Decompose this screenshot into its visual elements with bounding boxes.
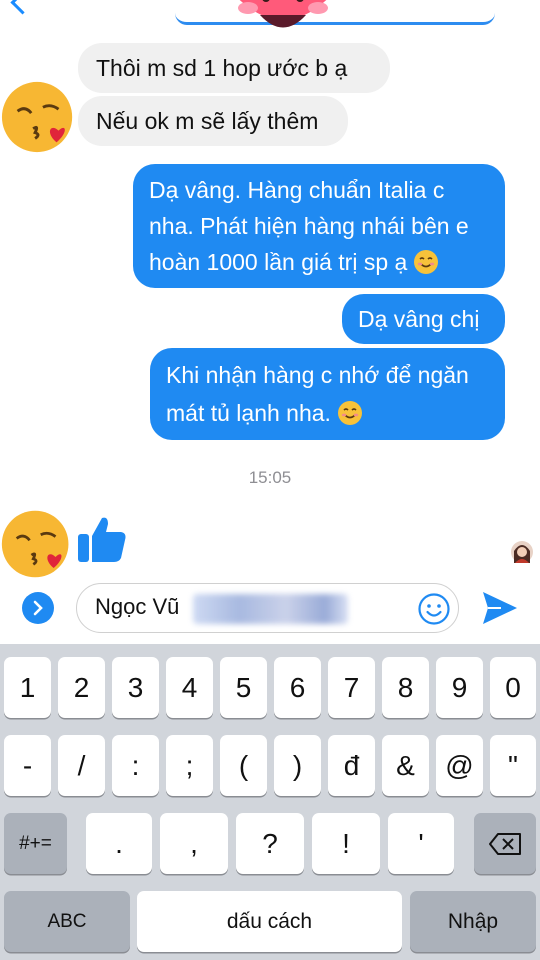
smiling-face-emoji: [414, 250, 439, 274]
outgoing-message[interactable]: Dạ vâng. Hàng chuẩn Italia c nha. Phát h…: [133, 164, 505, 288]
key-hyphen[interactable]: -: [4, 735, 51, 796]
key-exclamation[interactable]: !: [312, 813, 380, 874]
key-0[interactable]: 0: [490, 657, 536, 718]
key-period[interactable]: .: [86, 813, 152, 874]
backspace-key[interactable]: [474, 813, 536, 874]
key-8[interactable]: 8: [382, 657, 429, 718]
key-slash[interactable]: /: [58, 735, 105, 796]
kiss-heart-emoji: [1, 81, 73, 153]
message-timestamp: 15:05: [248, 468, 292, 487]
outgoing-message[interactable]: Khi nhận hàng c nhớ để ngăn mát tủ lạnh …: [150, 348, 505, 440]
key-at[interactable]: @: [436, 735, 483, 796]
key-1[interactable]: 1: [4, 657, 51, 718]
key-colon[interactable]: :: [112, 735, 159, 796]
symbols-switch-key[interactable]: #+=: [4, 813, 67, 874]
key-2[interactable]: 2: [58, 657, 105, 718]
key-apostrophe[interactable]: ': [388, 813, 454, 874]
return-key[interactable]: Nhập: [410, 891, 536, 952]
key-d-stroke[interactable]: đ: [328, 735, 375, 796]
smiling-face-emoji: [337, 401, 362, 425]
key-5[interactable]: 5: [220, 657, 267, 718]
key-comma[interactable]: ,: [160, 813, 228, 874]
key-4[interactable]: 4: [166, 657, 213, 718]
emoji-icon[interactable]: [417, 592, 451, 626]
key-6[interactable]: 6: [274, 657, 321, 718]
avatar: [511, 541, 533, 563]
key-close-paren[interactable]: ): [274, 735, 321, 796]
abc-key[interactable]: ABC: [4, 891, 130, 952]
key-open-paren[interactable]: (: [220, 735, 267, 796]
expand-icon[interactable]: [21, 591, 55, 625]
message-input-text: Ngọc Vũ: [95, 594, 180, 619]
key-ampersand[interactable]: &: [382, 735, 429, 796]
key-semicolon[interactable]: ;: [166, 735, 213, 796]
key-7[interactable]: 7: [328, 657, 375, 718]
key-quote[interactable]: ": [490, 735, 536, 796]
incoming-message[interactable]: Thôi m sd 1 hop ước b ạ: [78, 43, 390, 93]
kiss-heart-emoji: [1, 510, 69, 578]
incoming-message[interactable]: Nếu ok m sẽ lấy thêm: [78, 96, 348, 146]
backspace-icon: [489, 832, 521, 855]
thumbs-up-icon: [78, 517, 126, 562]
send-icon[interactable]: [481, 590, 519, 626]
key-9[interactable]: 9: [436, 657, 483, 718]
heart-face-sticker: [238, 0, 328, 28]
blurred-phone-number: [193, 594, 348, 624]
space-key[interactable]: dấu cách: [137, 891, 402, 952]
outgoing-message[interactable]: Dạ vâng chị: [342, 294, 505, 344]
key-3[interactable]: 3: [112, 657, 159, 718]
key-question[interactable]: ?: [236, 813, 304, 874]
back-chevron-icon[interactable]: [10, 0, 35, 15]
